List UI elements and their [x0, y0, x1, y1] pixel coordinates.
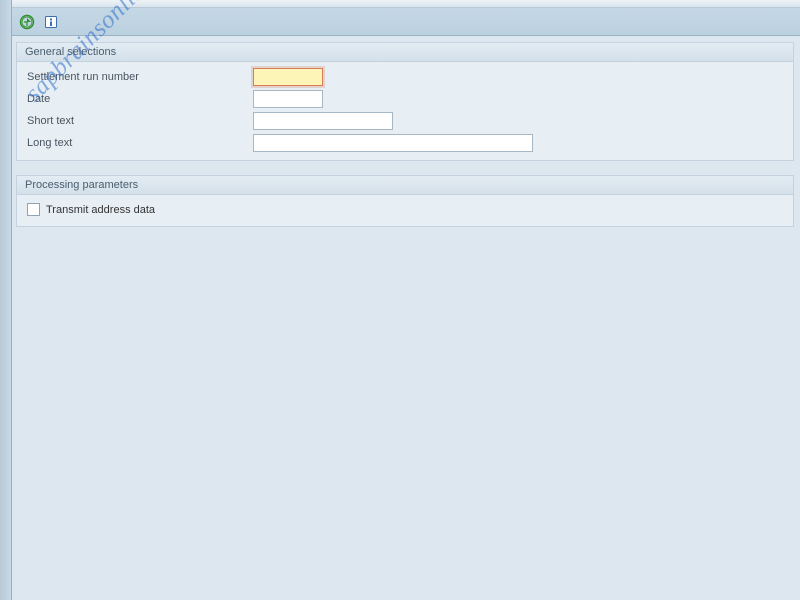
label-transmit-address: Transmit address data — [46, 204, 155, 216]
general-selections-group: General selections Settlement run number… — [16, 42, 794, 161]
content-area: General selections Settlement run number… — [12, 36, 800, 600]
label-date: Date — [23, 93, 253, 105]
label-long-text: Long text — [23, 137, 253, 149]
info-icon — [43, 14, 59, 30]
label-settlement-run: Settlement run number — [23, 71, 253, 83]
processing-parameters-group: Processing parameters Transmit address d… — [16, 175, 794, 227]
execute-button[interactable] — [18, 13, 36, 31]
info-button[interactable] — [42, 13, 60, 31]
input-long-text[interactable] — [253, 134, 533, 152]
input-settlement-run-number[interactable] — [253, 68, 323, 86]
checkbox-row: Transmit address data — [23, 199, 787, 220]
checkbox-transmit-address[interactable] — [27, 203, 40, 216]
form-row: Short text — [23, 110, 787, 132]
input-short-text[interactable] — [253, 112, 393, 130]
titlebar — [0, 0, 800, 8]
application-toolbar — [0, 8, 800, 36]
form-row: Date — [23, 88, 787, 110]
left-frame-border — [0, 0, 12, 600]
execute-icon — [19, 14, 35, 30]
input-date[interactable] — [253, 90, 323, 108]
group-header-processing: Processing parameters — [17, 176, 793, 195]
group-header-general: General selections — [17, 43, 793, 62]
label-short-text: Short text — [23, 115, 253, 127]
form-row: Settlement run number — [23, 66, 787, 88]
form-row: Long text — [23, 132, 787, 154]
